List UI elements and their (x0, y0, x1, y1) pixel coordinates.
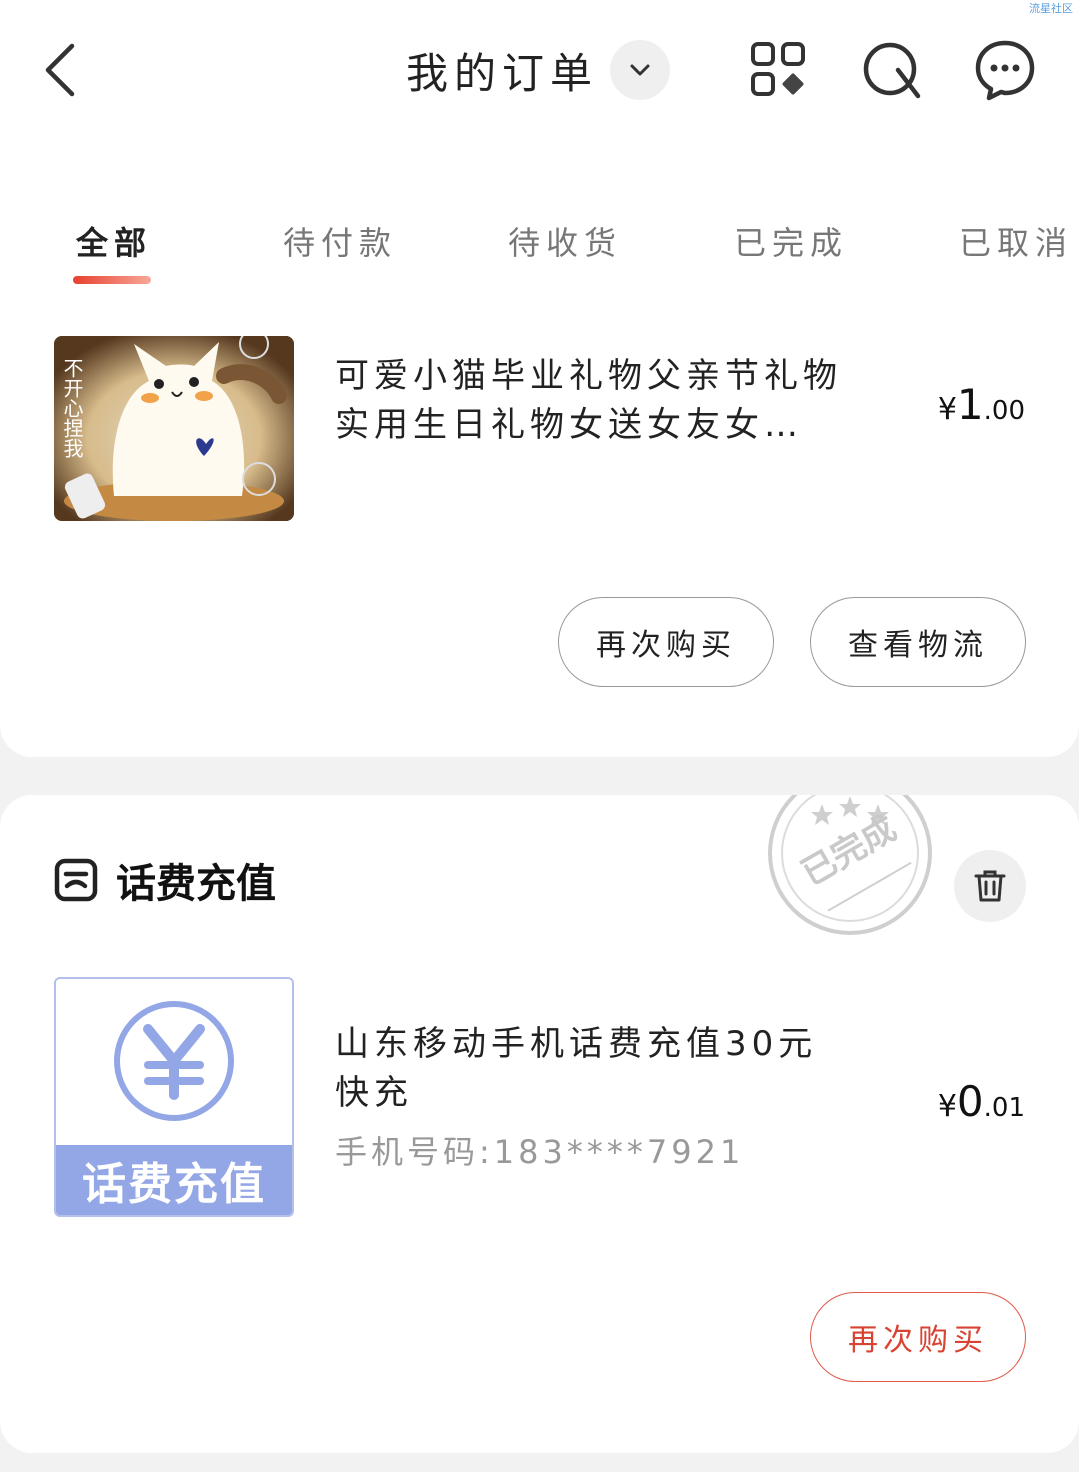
product-title-line2[interactable]: 快充 (335, 1069, 895, 1118)
price-decimal: .00 (983, 396, 1025, 426)
tab-cancelled[interactable]: 已取消 (959, 218, 1073, 264)
tab-completed[interactable]: 已完成 (734, 218, 848, 264)
phone-number: 手机号码:183****7921 (335, 1133, 745, 1171)
grid-apps-icon[interactable] (747, 38, 811, 102)
view-logistics-button[interactable]: 查看物流 (810, 597, 1026, 687)
stamp-text: 已完成 (795, 808, 903, 894)
active-tab-indicator (73, 276, 151, 284)
product-price: ¥1.00 (938, 380, 1025, 429)
rebuy-button[interactable]: 再次购买 (810, 1292, 1026, 1382)
price-int: 0 (956, 1077, 984, 1126)
search-icon[interactable] (860, 38, 924, 102)
price-decimal: .01 (983, 1093, 1025, 1123)
order-card: 话费充值 已完成 话费充值 山东移动手机话费充值30元 快充 手机号码:183*… (0, 795, 1079, 1453)
yuan-coin-icon (114, 1001, 234, 1121)
header: 我的订单 (0, 0, 1079, 140)
product-title-line1[interactable]: 山东移动手机话费充值30元 (335, 1020, 895, 1069)
back-arrow-icon[interactable] (40, 40, 90, 100)
title-group: 我的订单 (406, 40, 671, 100)
product-title-line2[interactable]: 实用生日礼物女送女友女… (335, 401, 895, 450)
recharge-product-image[interactable]: 话费充值 (54, 977, 294, 1217)
order-card: 不开心捏我 可爱小猫毕业礼物父亲节礼物 实用生日礼物女送女友女… ¥1.00 再… (0, 300, 1079, 757)
tab-pending-payment[interactable]: 待付款 (283, 218, 397, 264)
product-image[interactable]: 不开心捏我 (54, 336, 294, 521)
trash-icon (974, 870, 1006, 902)
price-symbol: ¥ (937, 392, 957, 427)
category-header: 话费充值 (54, 855, 276, 907)
recharge-category-icon (54, 858, 98, 902)
category-title: 话费充值 (116, 861, 276, 907)
order-tabs: 全部 待付款 待收货 已完成 已取消 (0, 140, 1079, 336)
watermark-text: 流星社区 (1029, 2, 1073, 15)
tab-all[interactable]: 全部 (76, 218, 152, 264)
price-symbol: ¥ (937, 1089, 957, 1124)
tab-pending-receipt[interactable]: 待收货 (508, 218, 622, 264)
product-title-line1[interactable]: 可爱小猫毕业礼物父亲节礼物 (335, 352, 895, 401)
delete-order-button[interactable] (954, 850, 1026, 922)
chevron-down-icon (630, 64, 650, 76)
price-int: 1 (956, 380, 984, 429)
recharge-image-label: 话费充值 (56, 1145, 292, 1215)
completed-stamp-icon: 已完成 (768, 795, 932, 935)
thumb-promo-text: 不开心捏我 (60, 358, 84, 458)
rebuy-button[interactable]: 再次购买 (558, 597, 774, 687)
product-price: ¥0.01 (938, 1077, 1025, 1126)
title-dropdown-button[interactable] (610, 40, 671, 100)
message-icon[interactable] (973, 38, 1037, 102)
page-title: 我的订单 (406, 48, 599, 98)
